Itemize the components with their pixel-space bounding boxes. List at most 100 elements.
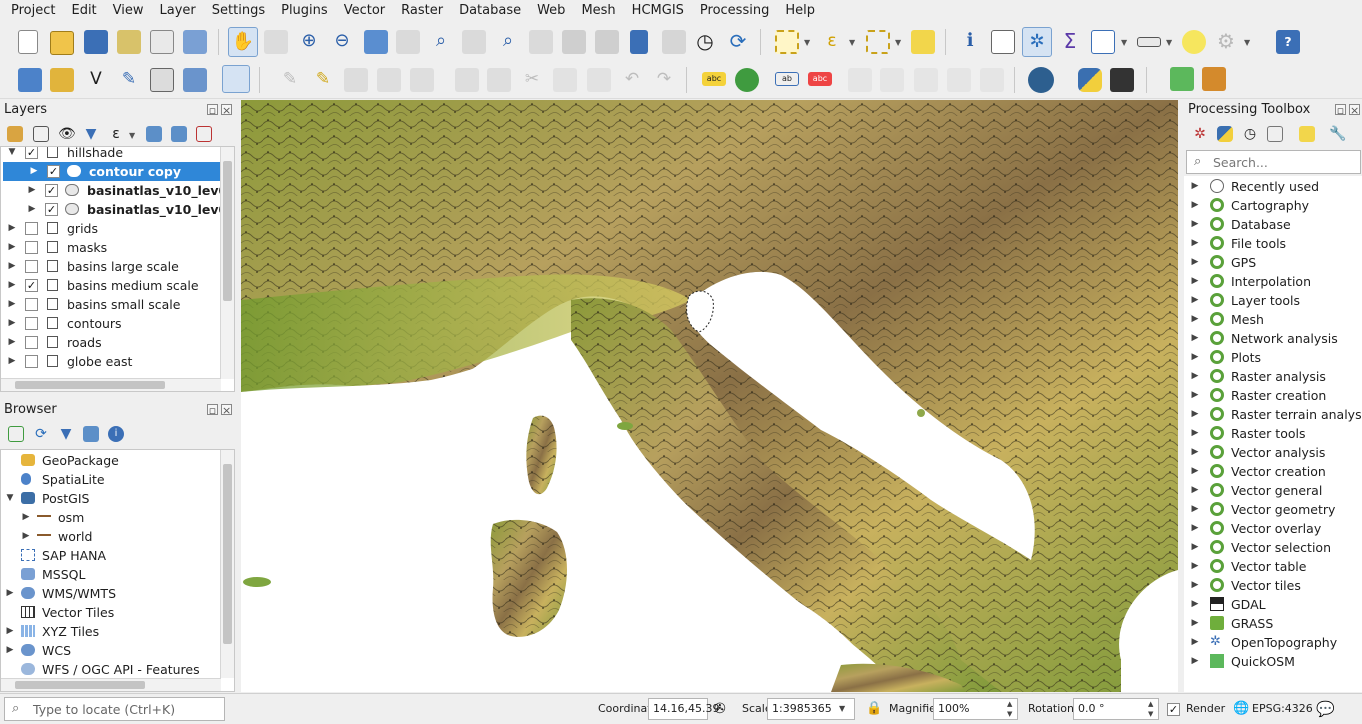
browser-horizontal-scrollbar[interactable] [1, 678, 221, 691]
browser-item[interactable]: SAP HANA [1, 546, 219, 565]
expand-arrow-icon[interactable]: ▶ [1190, 291, 1200, 310]
expand-arrow-icon[interactable]: ▶ [1190, 500, 1200, 519]
processing-provider-item[interactable]: ▶ Vector selection [1184, 538, 1360, 557]
magnifier-field[interactable]: 100% [933, 698, 1018, 720]
layers-vertical-scrollbar[interactable] [220, 147, 234, 379]
expand-arrow-icon[interactable]: ▶ [21, 508, 31, 527]
zoom-native-icon[interactable] [462, 30, 486, 54]
processing-provider-item[interactable]: ▶ Network analysis [1184, 329, 1360, 348]
map-canvas[interactable] [241, 100, 1178, 692]
processing-float-icon[interactable]: ▫ [1335, 104, 1346, 116]
processing-provider-item[interactable]: ▶ Plots [1184, 348, 1360, 367]
expand-arrow-icon[interactable]: ▶ [7, 333, 17, 352]
scrollbar-thumb[interactable] [15, 381, 165, 389]
browser-item[interactable]: Vector Tiles [1, 603, 219, 622]
layer-row[interactable]: ▼ ✓ hillshade [1, 147, 219, 162]
layer-visibility-checkbox[interactable] [25, 355, 38, 368]
processing-provider-item[interactable]: ▶ Raster analysis [1184, 367, 1360, 386]
expand-arrow-icon[interactable]: ▶ [1190, 177, 1200, 196]
messages-icon[interactable]: 💬 [1316, 700, 1335, 718]
browser-float-icon[interactable]: ▫ [207, 404, 218, 416]
layer-row[interactable]: ▶ basins large scale [1, 257, 219, 276]
menu-plugins[interactable]: Plugins [273, 0, 336, 22]
filter-browser-icon[interactable]: ▼ [58, 426, 74, 442]
layer-visibility-checkbox[interactable] [25, 298, 38, 311]
processing-provider-item[interactable]: ▶ GPS [1184, 253, 1360, 272]
layer-visibility-checkbox[interactable] [25, 260, 38, 273]
history-icon[interactable]: ◷ [1242, 126, 1258, 142]
scrollbar-thumb[interactable] [15, 681, 145, 689]
processing-provider-item[interactable]: ▶ ✲ OpenTopography [1184, 633, 1360, 652]
processing-provider-item[interactable]: ▶ Vector creation [1184, 462, 1360, 481]
layer-row[interactable]: ▶ ✓ contour copy [3, 162, 221, 181]
expand-arrow-icon[interactable]: ▶ [21, 527, 31, 546]
menu-mesh[interactable]: Mesh [573, 0, 623, 22]
zoom-out-icon[interactable]: ⊖ [330, 30, 354, 54]
processing-provider-item[interactable]: ▶ QuickOSM [1184, 652, 1360, 671]
lock-scale-icon[interactable]: 🔒 [866, 701, 882, 716]
zoom-in-icon[interactable]: ⊕ [297, 30, 321, 54]
menu-raster[interactable]: Raster [393, 0, 451, 22]
expand-arrow-icon[interactable]: ▶ [1190, 405, 1200, 424]
layer-visibility-checkbox[interactable] [25, 336, 38, 349]
rotation-field[interactable]: 0.0 ° [1073, 698, 1159, 720]
new-project-icon[interactable] [18, 30, 38, 54]
processing-provider-item[interactable]: ▶ Database [1184, 215, 1360, 234]
settings-gear-icon[interactable]: ⚙ [1214, 30, 1238, 54]
menu-processing[interactable]: Processing [692, 0, 777, 22]
scripts-icon[interactable] [1217, 126, 1233, 142]
add-vector-layer-icon[interactable] [18, 68, 42, 92]
expand-arrow-icon[interactable]: ▶ [7, 352, 17, 371]
expand-arrow-icon[interactable]: ▶ [1190, 557, 1200, 576]
zoom-full-icon[interactable] [364, 30, 388, 54]
map-tips-icon[interactable] [1182, 30, 1206, 54]
coordinate-field[interactable]: 14.16,45.39 [648, 698, 719, 720]
bookmark-icon[interactable] [630, 30, 648, 54]
change-label-icon[interactable] [914, 68, 938, 92]
copy-features-icon[interactable] [553, 68, 577, 92]
label-properties-icon[interactable] [947, 68, 971, 92]
open-project-icon[interactable] [50, 31, 74, 55]
layers-float-icon[interactable]: ▫ [207, 104, 218, 116]
browser-item[interactable]: ▶ WMS/WMTS [1, 584, 219, 603]
layer-row[interactable]: ▶ grids [1, 219, 219, 238]
layer-visibility-checkbox[interactable]: ✓ [25, 147, 38, 159]
zoom-to-layer-icon[interactable]: ⌕ [429, 30, 453, 54]
expand-arrow-icon[interactable]: ▶ [7, 238, 17, 257]
layer-styling-icon[interactable] [7, 126, 23, 142]
expand-arrow-icon[interactable]: ▶ [1190, 519, 1200, 538]
processing-provider-item[interactable]: ▶ Vector overlay [1184, 519, 1360, 538]
layers-tree[interactable]: ▼ ✓ hillshade ▶ ✓ contour copy ▶ ✓ basinatlas_v1… [0, 146, 235, 392]
layer-visibility-checkbox[interactable] [25, 222, 38, 235]
layer-row[interactable]: ▶ ✓ basins medium scale [1, 276, 219, 295]
processing-provider-item[interactable]: ▶ Raster creation [1184, 386, 1360, 405]
add-feature-icon[interactable] [377, 68, 401, 92]
cut-features-icon[interactable]: ✂ [520, 68, 544, 92]
menu-layer[interactable]: Layer [152, 0, 204, 22]
zoom-to-selection-icon[interactable] [396, 30, 420, 54]
scrollbar-thumb[interactable] [223, 464, 232, 644]
processing-provider-item[interactable]: ▶ GDAL [1184, 595, 1360, 614]
crs-globe-icon[interactable]: 🌐 [1233, 701, 1249, 716]
redo-icon[interactable]: ↷ [652, 68, 676, 92]
processing-options-icon[interactable]: 🔧 [1329, 126, 1346, 142]
layer-visibility-checkbox[interactable]: ✓ [45, 184, 58, 197]
select-features-icon[interactable] [775, 30, 799, 54]
processing-provider-item[interactable]: ▶ Vector analysis [1184, 443, 1360, 462]
menu-view[interactable]: View [105, 0, 152, 22]
expand-arrow-icon[interactable]: ▶ [1190, 215, 1200, 234]
collapse-arrow-icon[interactable]: ▼ [7, 147, 17, 162]
expand-arrow-icon[interactable]: ▶ [1190, 652, 1200, 671]
save-project-icon[interactable] [84, 30, 108, 54]
open-field-calculator-icon[interactable] [1091, 30, 1115, 54]
processing-provider-item[interactable]: ▶ File tools [1184, 234, 1360, 253]
paste-features-icon[interactable] [587, 68, 611, 92]
save-edits-icon[interactable] [344, 68, 368, 92]
expand-arrow-icon[interactable]: ▶ [1190, 253, 1200, 272]
undo-icon[interactable]: ↶ [620, 68, 644, 92]
expand-all-icon[interactable] [146, 126, 162, 142]
filter-legend-icon[interactable]: ▼ [83, 126, 99, 142]
expand-arrow-icon[interactable]: ▶ [7, 276, 17, 295]
processing-tree[interactable]: ▶ Recently used ▶ Cartography ▶ Database ▶ File… [1184, 176, 1362, 692]
new-map-view-icon[interactable] [562, 30, 586, 54]
